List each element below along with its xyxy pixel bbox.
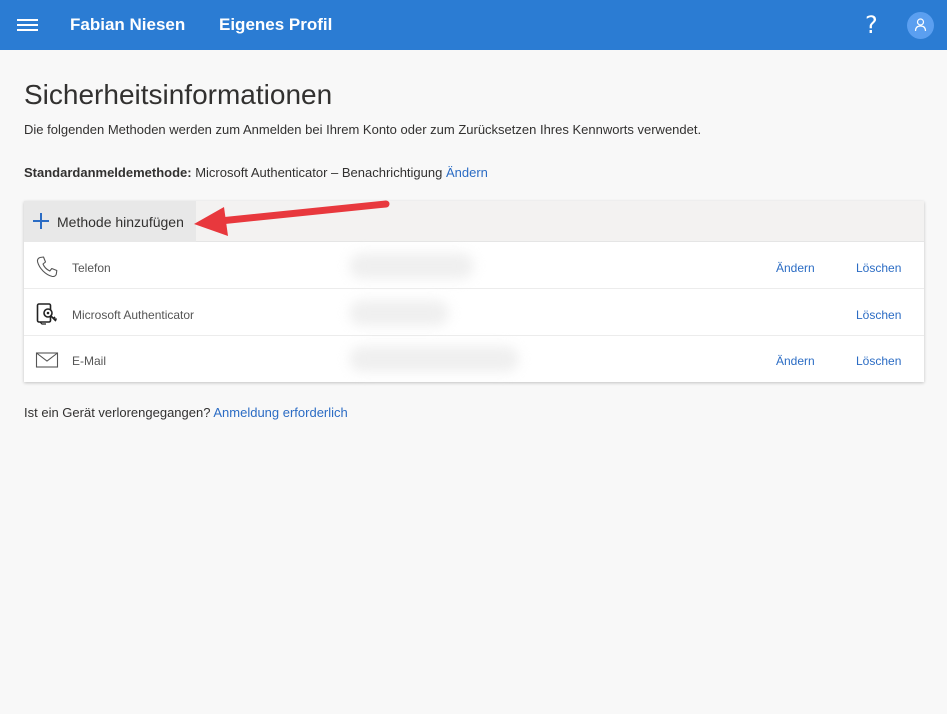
- add-method-button[interactable]: Methode hinzufügen: [24, 201, 196, 242]
- method-name: Microsoft Authenticator: [72, 308, 195, 322]
- mail-icon: [35, 352, 59, 368]
- add-method-bar: Methode hinzufügen: [24, 201, 924, 242]
- phone-icon: [36, 256, 58, 278]
- lost-device-text: Ist ein Gerät verlorengegangen?: [24, 405, 214, 420]
- sign-in-required-link[interactable]: Anmeldung erforderlich: [213, 405, 347, 420]
- default-method: Standardanmeldemethode: Microsoft Authen…: [24, 165, 488, 180]
- help-icon[interactable]: ?: [865, 11, 878, 39]
- plus-icon: [33, 213, 49, 229]
- person-icon: [914, 18, 927, 32]
- delete-link[interactable]: Löschen: [856, 261, 901, 275]
- profile-link[interactable]: Eigenes Profil: [219, 15, 332, 35]
- default-method-value: Microsoft Authenticator – Benachrichtigu…: [191, 165, 446, 180]
- redacted-value: [349, 346, 519, 372]
- method-row-phone: Telefon Ändern Löschen: [24, 243, 924, 289]
- redacted-value: [349, 300, 449, 326]
- default-method-change-link[interactable]: Ändern: [446, 165, 488, 180]
- delete-link[interactable]: Löschen: [856, 354, 901, 368]
- method-row-email: E-Mail Ändern Löschen: [24, 336, 924, 382]
- change-link[interactable]: Ändern: [776, 261, 815, 275]
- redacted-value: [349, 253, 474, 279]
- methods-card: Methode hinzufügen Telefon Ändern Lösche…: [24, 201, 924, 382]
- user-name: Fabian Niesen: [70, 15, 186, 34]
- authenticator-icon: [36, 303, 58, 325]
- hamburger-icon[interactable]: [17, 17, 38, 33]
- page-description: Die folgenden Methoden werden zum Anmeld…: [24, 122, 702, 137]
- avatar[interactable]: [907, 12, 934, 39]
- top-bar: Fabian Niesen Eigenes Profil ?: [0, 0, 947, 50]
- method-row-authenticator: Microsoft Authenticator Löschen: [24, 290, 924, 336]
- default-method-label: Standardanmeldemethode:: [24, 165, 192, 180]
- delete-link[interactable]: Löschen: [856, 308, 901, 322]
- page-title: Sicherheitsinformationen: [24, 79, 333, 110]
- lost-device-line: Ist ein Gerät verlorengegangen? Anmeldun…: [24, 405, 348, 420]
- add-method-label: Methode hinzufügen: [57, 214, 184, 230]
- change-link[interactable]: Ändern: [776, 354, 815, 368]
- method-name: Telefon: [72, 261, 111, 275]
- method-name: E-Mail: [72, 354, 107, 368]
- arrow-shape: [194, 200, 390, 236]
- annotation-arrow: [194, 200, 390, 236]
